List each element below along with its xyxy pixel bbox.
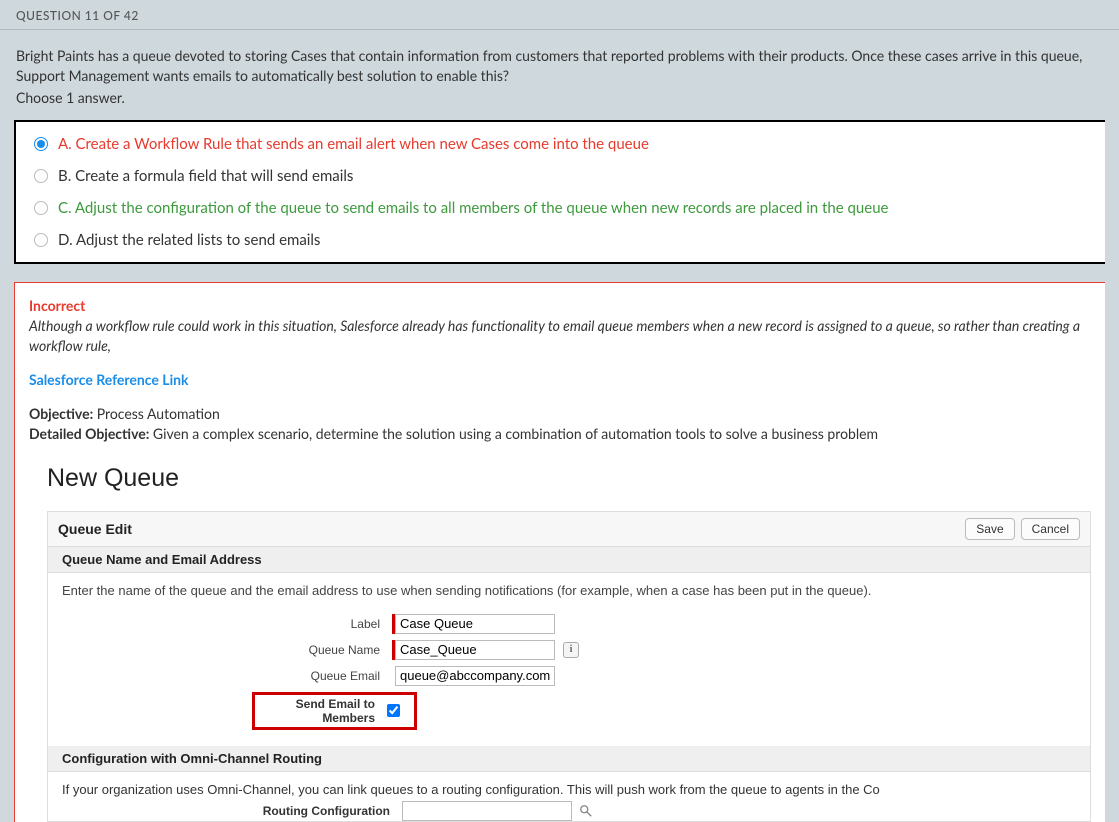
sf-section-routing-header: Configuration with Omni-Channel Routing [48, 746, 1090, 772]
sf-queuename-label: Queue Name [62, 643, 392, 657]
sf-sendemail-label: Send Email to Members [257, 697, 387, 725]
label-input[interactable] [395, 614, 555, 634]
routing-config-input[interactable] [402, 801, 572, 821]
radio-a[interactable] [34, 137, 48, 151]
radio-c[interactable] [34, 201, 48, 215]
send-email-checkbox[interactable] [387, 704, 400, 717]
reference-link[interactable]: Salesforce Reference Link [29, 371, 1091, 388]
radio-d[interactable] [34, 233, 48, 247]
sf-edit-title: Queue Edit [58, 521, 132, 537]
answer-a-text: A. Create a Workflow Rule that sends an … [58, 135, 649, 153]
feedback-panel: Incorrect Although a workflow rule could… [14, 282, 1105, 821]
answer-d-text: D. Adjust the related lists to send emai… [58, 231, 320, 249]
objective-row: Objective: Process Automation [29, 404, 1091, 424]
sf-label-label: Label [62, 617, 392, 631]
sf-buttons: Save Cancel [965, 518, 1080, 540]
answers-container: A. Create a Workflow Rule that sends an … [14, 120, 1105, 264]
cancel-button[interactable]: Cancel [1021, 518, 1080, 540]
sf-page-title: New Queue [47, 464, 1091, 493]
sf-section-queue-name-header: Queue Name and Email Address [48, 547, 1090, 573]
sf-queueemail-label: Queue Email [62, 669, 392, 683]
answer-c-text: C. Adjust the configuration of the queue… [58, 199, 888, 217]
queueemail-input[interactable] [395, 666, 555, 686]
sf-field-label-row: Label [62, 614, 1076, 634]
explanation-text: Although a workflow rule could work in t… [29, 316, 1091, 355]
answer-option-d[interactable]: D. Adjust the related lists to send emai… [16, 224, 1105, 256]
answer-option-b[interactable]: B. Create a formula field that will send… [16, 160, 1105, 192]
save-button[interactable]: Save [965, 518, 1014, 540]
question-text: Bright Paints has a queue devoted to sto… [0, 30, 1119, 87]
sf-field-sendemail-row: Send Email to Members [62, 692, 1076, 730]
question-header: QUESTION 11 OF 42 [0, 0, 1119, 30]
sf-edit-panel: Queue Edit Save Cancel Queue Name and Em… [47, 511, 1091, 822]
radio-b[interactable] [34, 169, 48, 183]
answer-option-a[interactable]: A. Create a Workflow Rule that sends an … [16, 128, 1105, 160]
choose-hint: Choose 1 answer. [0, 87, 1119, 120]
answer-b-text: B. Create a formula field that will send… [58, 167, 353, 185]
question-progress-label: QUESTION 11 OF 42 [16, 8, 139, 23]
answer-option-c[interactable]: C. Adjust the configuration of the queue… [16, 192, 1105, 224]
detailed-objective-row: Detailed Objective: Given a complex scen… [29, 424, 1091, 444]
incorrect-label: Incorrect [29, 297, 1091, 316]
sf-helptext: Enter the name of the queue and the emai… [62, 583, 1076, 598]
routing-config-row: Routing Configuration [62, 801, 1076, 821]
send-email-highlight: Send Email to Members [252, 692, 417, 730]
sf-field-queuename-row: Queue Name i [62, 640, 1076, 660]
routing-helptext: If your organization uses Omni-Channel, … [62, 782, 1076, 797]
salesforce-screenshot: New Queue Queue Edit Save Cancel Queue N… [29, 464, 1091, 822]
lookup-icon[interactable] [578, 803, 594, 819]
sf-topbar: Queue Edit Save Cancel [48, 512, 1090, 547]
queuename-input[interactable] [395, 640, 555, 660]
routing-config-label: Routing Configuration [62, 804, 402, 818]
info-icon[interactable]: i [563, 642, 579, 658]
sf-section-routing-body: If your organization uses Omni-Channel, … [48, 772, 1090, 821]
sf-field-queueemail-row: Queue Email [62, 666, 1076, 686]
sf-section-queue-name-body: Enter the name of the queue and the emai… [48, 573, 1090, 746]
